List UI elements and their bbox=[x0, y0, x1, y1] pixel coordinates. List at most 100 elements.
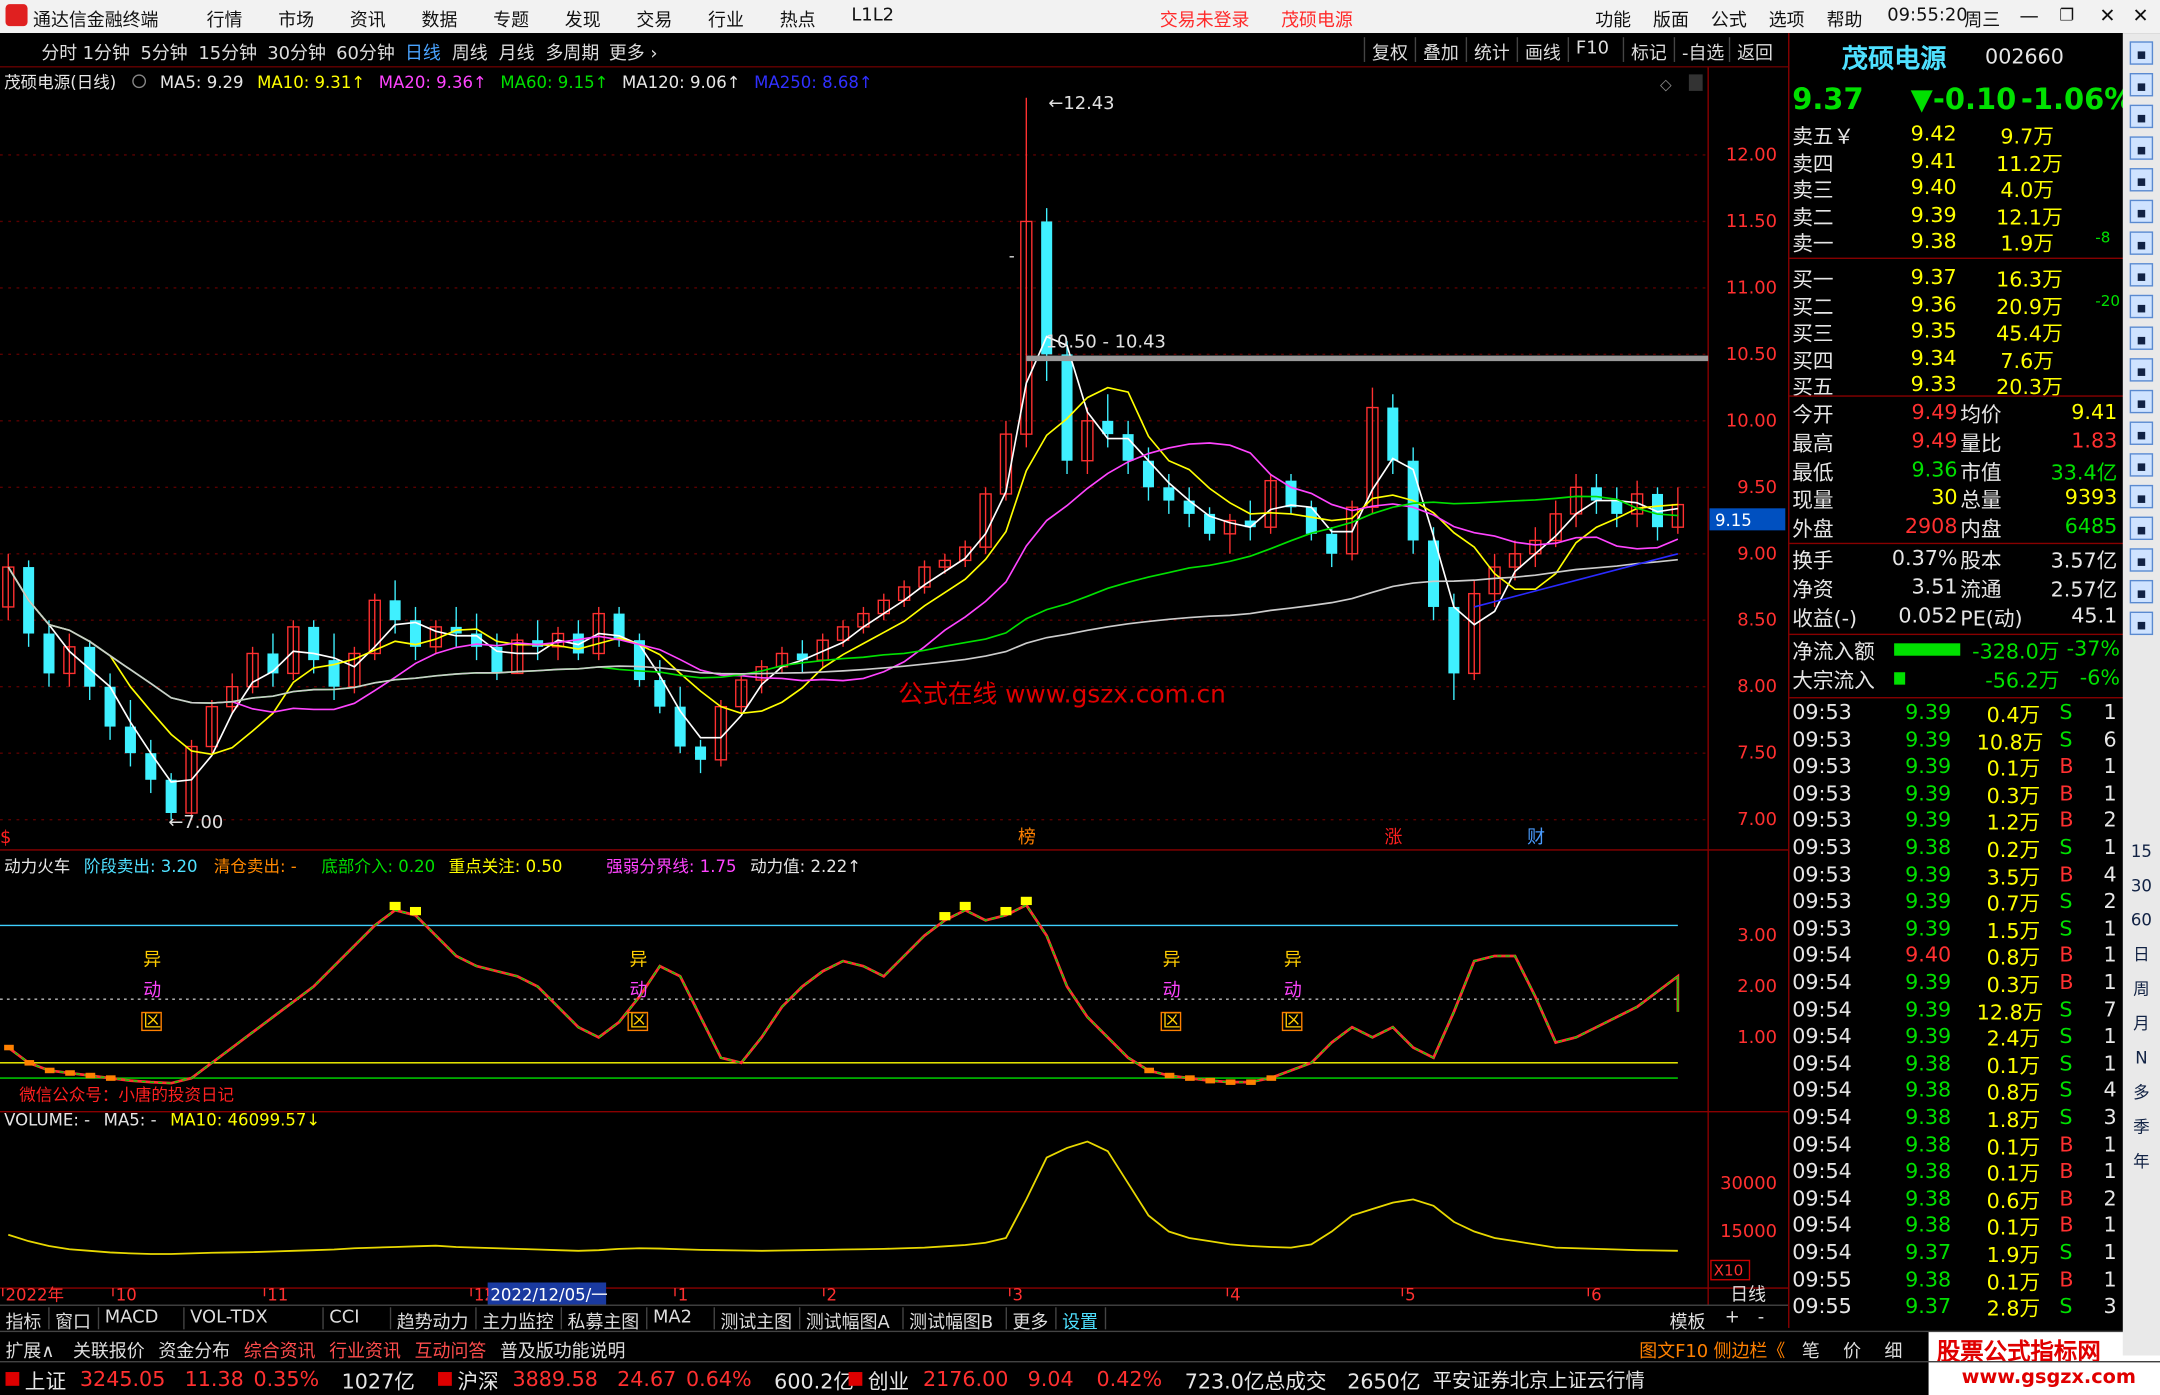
event-mark-2[interactable]: 财 bbox=[1527, 827, 1545, 848]
move-icon[interactable]: ▪ bbox=[2129, 484, 2154, 509]
book-row[interactable]: 买一 9.37 16.3万 bbox=[1789, 264, 2124, 292]
info-tab-1[interactable]: 关联报价 bbox=[73, 1336, 145, 1363]
sidebar-period-4[interactable]: 周 bbox=[2130, 978, 2153, 1001]
menu-2[interactable]: 资讯 bbox=[350, 6, 386, 32]
indicator-tab-4[interactable]: CCI bbox=[329, 1307, 359, 1328]
info-tab-6[interactable]: 普及版功能说明 bbox=[500, 1336, 625, 1363]
indicator-tab-7[interactable]: 私募主图 bbox=[568, 1307, 640, 1334]
period-0[interactable]: 分时 bbox=[41, 39, 77, 65]
indicator-tab-11[interactable]: 测试幅图B bbox=[909, 1307, 993, 1334]
stock-name-link[interactable]: 茂硕电源 bbox=[1281, 6, 1353, 32]
line-chart-icon[interactable]: ▪ bbox=[2129, 199, 2154, 224]
info-tab-5[interactable]: 互动问答 bbox=[415, 1336, 487, 1363]
menu-9[interactable]: L1L2 bbox=[851, 6, 894, 27]
chart-tool-0[interactable]: 复权 bbox=[1372, 39, 1408, 65]
sidebar-period-7[interactable]: 多 bbox=[2130, 1081, 2153, 1104]
menu-8[interactable]: 热点 bbox=[780, 6, 816, 32]
settings-icon[interactable] bbox=[132, 74, 147, 89]
info-right-3[interactable]: 价 bbox=[1843, 1336, 1861, 1363]
indicator-tab-6[interactable]: 主力监控 bbox=[482, 1307, 554, 1334]
period-1[interactable]: 1分钟 bbox=[83, 39, 130, 65]
event-mark-1[interactable]: 涨 bbox=[1385, 827, 1403, 848]
info-tab-3[interactable]: 综合资讯 bbox=[244, 1336, 316, 1363]
menu-7[interactable]: 行业 bbox=[708, 6, 744, 32]
indicator-tab-12[interactable]: 更多 bbox=[1012, 1307, 1048, 1334]
monitor-icon[interactable]: ▪ bbox=[2129, 579, 2154, 604]
chart-tool-2[interactable]: 统计 bbox=[1474, 39, 1510, 65]
period-5[interactable]: 60分钟 bbox=[336, 39, 395, 65]
right-menu-3[interactable]: 选项 bbox=[1769, 6, 1805, 32]
index-name[interactable]: 创业 bbox=[868, 1367, 909, 1395]
chart-tool-4[interactable]: F10 bbox=[1576, 39, 1609, 60]
pen-icon[interactable]: ▪ bbox=[2129, 516, 2154, 540]
indicator-tab-1[interactable]: 窗口 bbox=[55, 1307, 91, 1334]
grid-icon[interactable]: ▪ bbox=[2129, 168, 2154, 192]
book-row[interactable]: 卖五￥ 9.42 9.7万 bbox=[1789, 121, 2124, 149]
f3-icon[interactable]: ▪ bbox=[2129, 389, 2154, 414]
bottom-right-1[interactable]: + bbox=[1725, 1307, 1740, 1328]
sidebar-period-6[interactable]: N bbox=[2130, 1047, 2153, 1070]
indicator-tab-10[interactable]: 测试幅图A bbox=[806, 1307, 890, 1334]
candle-icon[interactable]: ▪ bbox=[2129, 231, 2154, 255]
info-tab-4[interactable]: 行业资讯 bbox=[329, 1336, 401, 1363]
circle-icon[interactable]: ▪ bbox=[2129, 421, 2154, 445]
book-row[interactable]: 卖三 9.40 4.0万 bbox=[1789, 175, 2124, 203]
book-row[interactable]: 买四 9.34 7.6万 bbox=[1789, 345, 2124, 373]
period-3[interactable]: 15分钟 bbox=[198, 39, 257, 65]
scroll-handle[interactable] bbox=[1688, 74, 1703, 91]
indicator-tab-0[interactable]: 指标 bbox=[6, 1307, 42, 1334]
event-mark-3[interactable]: $ bbox=[0, 827, 11, 848]
tool-icon[interactable]: ▪ bbox=[2129, 611, 2154, 636]
period-8[interactable]: 月线 bbox=[499, 39, 535, 65]
f9-icon[interactable]: ▪ bbox=[2129, 326, 2154, 350]
menu-3[interactable]: 数据 bbox=[422, 6, 458, 32]
f2-icon[interactable]: ▪ bbox=[2129, 358, 2154, 382]
chart-tool-7[interactable]: 返回 bbox=[1737, 39, 1773, 65]
trade-status-link[interactable]: 交易未登录 bbox=[1160, 6, 1250, 32]
bottom-right-0[interactable]: 模板 bbox=[1670, 1307, 1706, 1334]
menu-5[interactable]: 发现 bbox=[565, 6, 601, 32]
info-right-4[interactable]: 细 bbox=[1884, 1336, 1902, 1363]
period-7[interactable]: 周线 bbox=[452, 39, 488, 65]
info-tab-2[interactable]: 资金分布 bbox=[158, 1336, 230, 1363]
calc-icon[interactable]: ▪ bbox=[2129, 548, 2154, 572]
menu-6[interactable]: 交易 bbox=[636, 6, 672, 32]
sidebar-period-5[interactable]: 月 bbox=[2130, 1012, 2153, 1035]
indicator-tab-3[interactable]: VOL-TDX bbox=[190, 1307, 268, 1328]
chart-tool-3[interactable]: 画线 bbox=[1525, 39, 1561, 65]
period-2[interactable]: 5分钟 bbox=[141, 39, 188, 65]
minimize-icon[interactable]: — bbox=[2019, 6, 2038, 28]
restore-icon[interactable]: ❐ bbox=[2059, 6, 2074, 25]
menu-1[interactable]: 市场 bbox=[278, 6, 314, 32]
up-icon[interactable]: ▪ bbox=[2129, 41, 2154, 65]
rsi-icon[interactable]: ▪ bbox=[2129, 453, 2154, 477]
arrow-down-icon[interactable]: ▪ bbox=[2129, 104, 2154, 129]
chart-tool-5[interactable]: 标记 bbox=[1631, 39, 1667, 65]
book-row[interactable]: 卖一 9.38 1.9万 -8 bbox=[1789, 229, 2124, 257]
right-menu-1[interactable]: 版面 bbox=[1653, 6, 1689, 32]
close-icon-2[interactable]: ✕ bbox=[2132, 6, 2148, 28]
indicator-tab-2[interactable]: MACD bbox=[105, 1307, 159, 1328]
book-row[interactable]: 买三 9.35 45.4万 bbox=[1789, 318, 2124, 346]
f10-icon[interactable]: ▪ bbox=[2129, 294, 2154, 319]
sidebar-period-9[interactable]: 年 bbox=[2130, 1150, 2153, 1173]
info-right-0[interactable]: 图文F10 bbox=[1639, 1336, 1708, 1363]
diamond-icon[interactable]: ◇ bbox=[1660, 76, 1672, 94]
info-tab-0[interactable]: 扩展∧ bbox=[6, 1336, 55, 1363]
close-icon[interactable]: ✕ bbox=[2099, 6, 2115, 28]
indicator-tab-13[interactable]: 设置 bbox=[1062, 1307, 1098, 1334]
right-menu-2[interactable]: 公式 bbox=[1711, 6, 1747, 32]
list-icon[interactable]: ▪ bbox=[2129, 263, 2154, 287]
period-9[interactable]: 多周期 bbox=[546, 39, 600, 65]
period-4[interactable]: 30分钟 bbox=[267, 39, 326, 65]
period-10[interactable]: 更多 › bbox=[609, 39, 658, 65]
menu-4[interactable]: 专题 bbox=[493, 6, 529, 32]
book-row[interactable]: 卖四 9.41 11.2万 bbox=[1789, 148, 2124, 176]
chart-icon[interactable]: ▪ bbox=[2129, 136, 2154, 160]
period-6[interactable]: 日线 bbox=[405, 39, 441, 65]
chart-tool-6[interactable]: -自选 bbox=[1682, 39, 1724, 65]
indicator-tab-5[interactable]: 趋势动力 bbox=[397, 1307, 469, 1334]
right-menu-0[interactable]: 功能 bbox=[1595, 6, 1631, 32]
menu-0[interactable]: 行情 bbox=[207, 6, 243, 32]
sidebar-period-2[interactable]: 60 bbox=[2130, 909, 2153, 932]
